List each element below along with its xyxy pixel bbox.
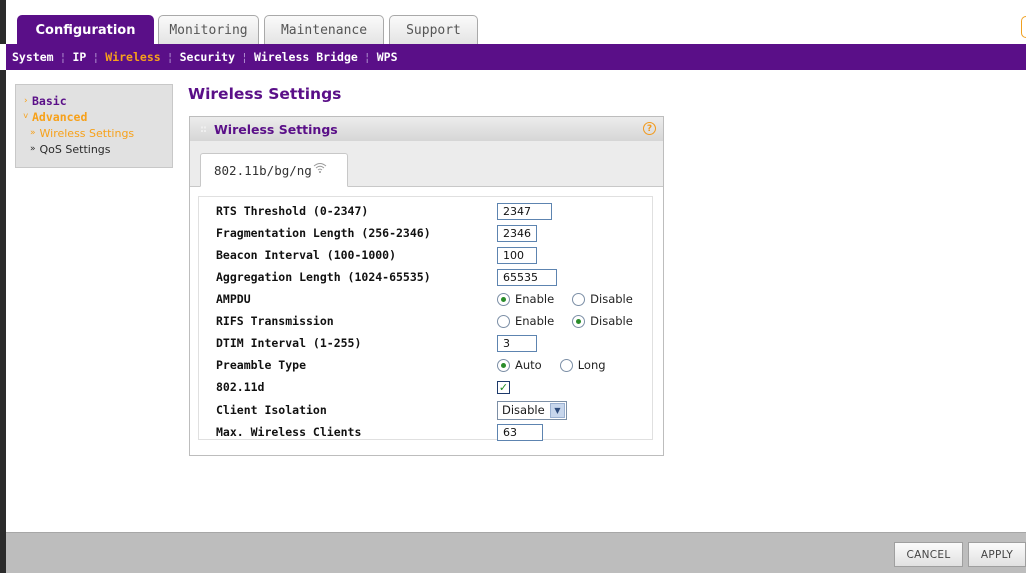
aggregation-length-label: Aggregation Length (1024-65535) [216, 270, 431, 284]
beacon-interval-label: Beacon Interval (100-1000) [216, 248, 397, 262]
chevron-right-icon: › [23, 96, 29, 106]
preamble-auto-label: Auto [515, 358, 542, 372]
802-11d-label: 802.11d [216, 380, 265, 394]
row-aggregation-length: Aggregation Length (1024-65535) 65535 [216, 268, 656, 286]
bottom-action-bar: CANCEL APPLY [6, 532, 1026, 573]
client-isolation-select[interactable]: Disable ▼ [497, 400, 567, 420]
ampdu-enable-radio[interactable] [497, 292, 510, 306]
subnav-separator: ¦ [166, 50, 174, 64]
client-isolation-label: Client Isolation [216, 403, 327, 417]
rifs-enable-label: Enable [515, 314, 555, 328]
ampdu-disable-radio[interactable] [572, 292, 586, 306]
row-preamble-type: Preamble Type Auto Long [216, 356, 656, 374]
menu-item-advanced[interactable]: ˅ Advanced [23, 109, 172, 125]
row-client-isolation: Client Isolation Disable ▼ [216, 400, 656, 420]
band-tab-strip: 802.11b/bg/ng [190, 141, 663, 187]
tab-802-11-bgng[interactable]: 802.11b/bg/ng [200, 153, 348, 187]
preamble-type-label: Preamble Type [216, 358, 307, 372]
menu-item-basic[interactable]: › Basic [23, 93, 172, 109]
chevron-down-icon: ▼ [550, 402, 565, 418]
panel-title: Wireless Settings [214, 121, 338, 137]
subnav-separator: ¦ [59, 50, 67, 64]
menu-item-basic-label: Basic [32, 94, 67, 108]
subnav-wps[interactable]: WPS [377, 50, 398, 64]
rts-threshold-input[interactable]: 2347 [497, 202, 552, 220]
left-frame-border [0, 70, 6, 573]
subnav-wireless-bridge[interactable]: Wireless Bridge [254, 50, 358, 64]
dtim-interval-input[interactable]: 3 [497, 334, 537, 352]
tab-monitoring[interactable]: Monitoring [158, 15, 259, 44]
subnav-separator: ¦ [92, 50, 100, 64]
row-rts-threshold: RTS Threshold (0-2347) 2347 [216, 202, 656, 220]
apply-button[interactable]: APPLY [968, 542, 1026, 567]
row-fragmentation-length: Fragmentation Length (256-2346) 2346 [216, 224, 656, 242]
wifi-icon [313, 162, 327, 173]
bullet-icon: » [30, 144, 36, 154]
wireless-settings-panel: :: Wireless Settings ? 802.11b/bg/ng RTS… [189, 116, 664, 456]
subnav-separator: ¦ [363, 50, 371, 64]
menu-item-wireless-settings-label: Wireless Settings [39, 126, 135, 140]
subnav-security[interactable]: Security [180, 50, 235, 64]
page-title: Wireless Settings [188, 85, 342, 103]
subnav-system[interactable]: System [12, 50, 54, 64]
settings-body: RTS Threshold (0-2347) 2347 Fragmentatio… [190, 187, 663, 455]
settings-fields: RTS Threshold (0-2347) 2347 Fragmentatio… [198, 196, 656, 441]
rifs-disable-label: Disable [590, 314, 633, 328]
row-beacon-interval: Beacon Interval (100-1000) 100 [216, 246, 656, 264]
help-icon[interactable]: ? [643, 122, 656, 135]
aggregation-length-input[interactable]: 65535 [497, 268, 557, 286]
tab-maintenance[interactable]: Maintenance [264, 15, 384, 44]
rifs-transmission-label: RIFS Transmission [216, 314, 334, 328]
row-dtim-interval: DTIM Interval (1-255) 3 [216, 334, 656, 352]
row-ampdu: AMPDU Enable Disable [216, 290, 656, 308]
tab-configuration[interactable]: Configuration [17, 15, 154, 44]
ampdu-enable-label: Enable [515, 292, 555, 306]
menu-item-qos-settings-label: QoS Settings [39, 142, 111, 156]
top-tab-bar: Configuration Monitoring Maintenance Sup… [0, 0, 1026, 44]
max-wireless-clients-input[interactable]: 63 [497, 423, 543, 441]
chevron-down-icon: ˅ [23, 112, 29, 122]
subnav-ip[interactable]: IP [72, 50, 86, 64]
left-menu: › Basic ˅ Advanced » Wireless Settings »… [15, 84, 173, 168]
beacon-interval-input[interactable]: 100 [497, 246, 537, 264]
row-max-wireless-clients: Max. Wireless Clients 63 [216, 423, 656, 441]
subnav-wireless[interactable]: Wireless [105, 50, 160, 64]
checkmark-icon: ✓ [498, 380, 509, 394]
max-wireless-clients-label: Max. Wireless Clients [216, 425, 362, 439]
rifs-enable-radio[interactable] [497, 314, 510, 328]
fragmentation-length-label: Fragmentation Length (256-2346) [216, 226, 431, 240]
row-802-11d: 802.11d ✓ [216, 378, 656, 396]
dtim-interval-label: DTIM Interval (1-255) [216, 336, 362, 350]
bullet-icon: » [30, 128, 36, 138]
client-isolation-value: Disable [502, 403, 545, 417]
row-rifs-transmission: RIFS Transmission Enable Disable [216, 312, 656, 330]
menu-item-wireless-settings[interactable]: » Wireless Settings [23, 125, 172, 141]
sub-navigation: System ¦ IP ¦ Wireless ¦ Security ¦ Wire… [6, 44, 1026, 70]
logout-button-edge[interactable] [1021, 16, 1026, 38]
fragmentation-length-input[interactable]: 2346 [497, 224, 537, 242]
802-11d-checkbox[interactable]: ✓ [497, 380, 510, 394]
panel-header: :: Wireless Settings [190, 117, 663, 141]
ampdu-label: AMPDU [216, 292, 251, 306]
menu-item-qos-settings[interactable]: » QoS Settings [23, 141, 172, 157]
grip-icon: :: [200, 123, 207, 135]
tab-support[interactable]: Support [389, 15, 478, 44]
preamble-long-radio[interactable] [559, 358, 573, 372]
ampdu-disable-label: Disable [590, 292, 633, 306]
preamble-long-label: Long [577, 358, 606, 372]
cancel-button[interactable]: CANCEL [894, 542, 963, 567]
preamble-auto-radio[interactable] [497, 358, 510, 372]
menu-item-advanced-label: Advanced [32, 110, 88, 124]
subnav-separator: ¦ [241, 50, 248, 64]
band-tab-label: 802.11b/bg/ng [214, 162, 312, 178]
rts-threshold-label: RTS Threshold (0-2347) [216, 204, 369, 218]
rifs-disable-radio[interactable] [572, 314, 586, 328]
